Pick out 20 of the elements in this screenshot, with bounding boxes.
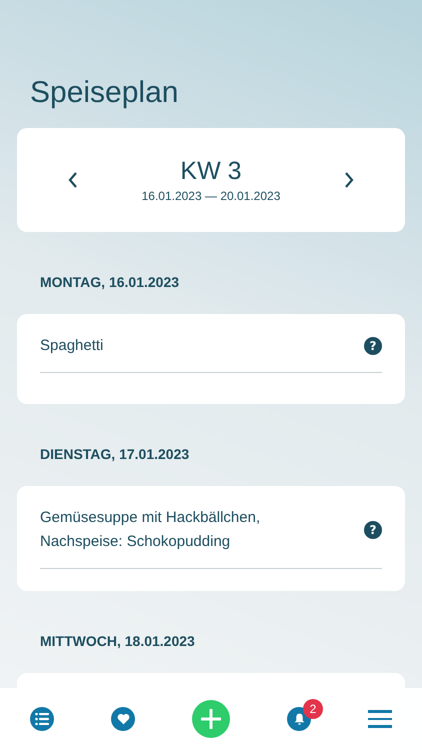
meal-text: Gemüsesuppe mit Hackbällchen, Nachspeise: Schokopudding bbox=[40, 508, 260, 552]
day-heading: MONTAG, 16.01.2023 bbox=[40, 273, 180, 292]
bell-icon bbox=[292, 712, 306, 726]
help-button[interactable]: ? bbox=[364, 337, 382, 355]
favorites-nav-button[interactable] bbox=[111, 707, 135, 731]
list-nav-button[interactable] bbox=[30, 707, 54, 731]
notification-badge: 2 bbox=[303, 699, 323, 719]
week-label: KW 3 bbox=[180, 156, 242, 186]
chevron-right-icon bbox=[342, 171, 355, 189]
menu-button[interactable] bbox=[368, 708, 392, 730]
day-heading: MITTWOCH, 18.01.2023 bbox=[40, 632, 196, 651]
heart-icon bbox=[116, 713, 130, 725]
week-date-range: 16.01.2023 — 20.01.2023 bbox=[142, 188, 280, 204]
list-icon bbox=[35, 713, 49, 725]
page-title: Speiseplan bbox=[30, 75, 180, 111]
day-heading: DIENSTAG, 17.01.2023 bbox=[40, 445, 190, 464]
help-button[interactable]: ? bbox=[364, 521, 382, 539]
meal-text: Spaghetti bbox=[40, 336, 104, 356]
chevron-left-icon bbox=[67, 171, 79, 189]
plus-icon bbox=[201, 709, 221, 729]
